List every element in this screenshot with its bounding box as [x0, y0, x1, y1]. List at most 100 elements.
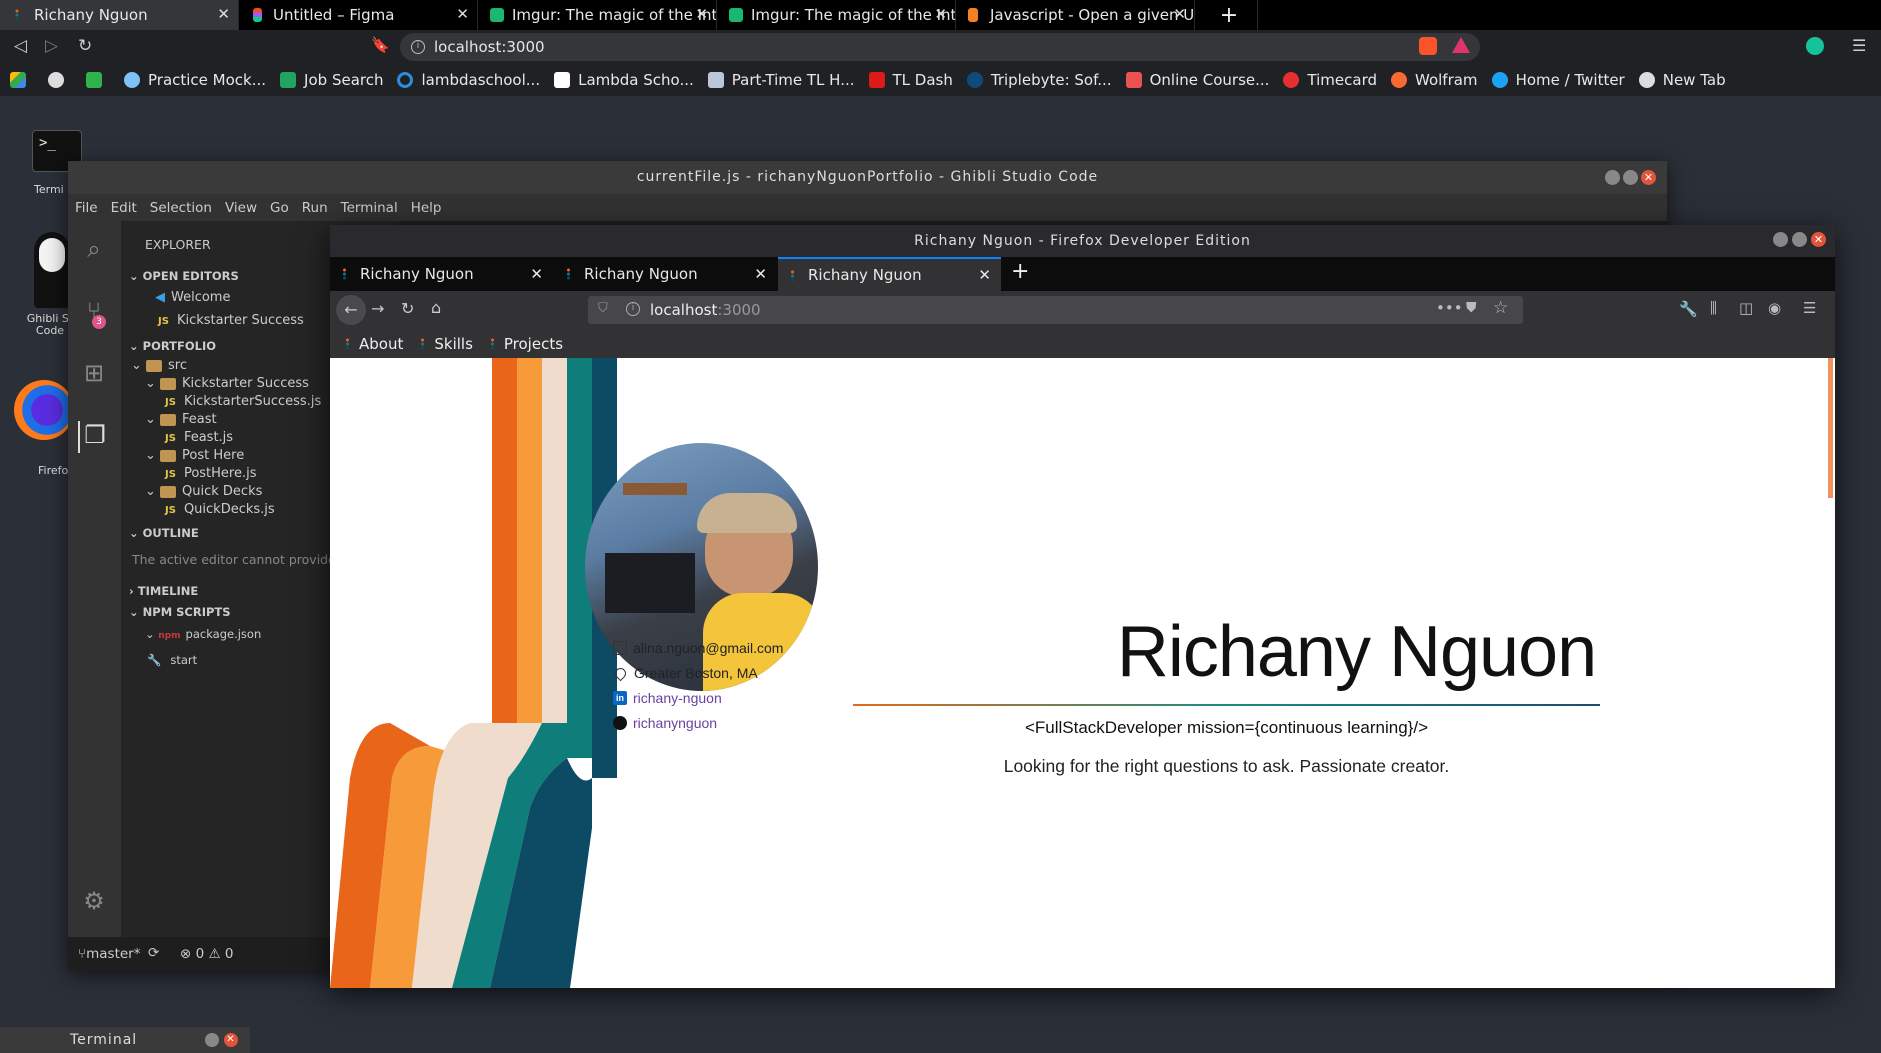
bookmark-projects[interactable]: Projects [489, 335, 563, 353]
contact-github[interactable]: richanynguon [613, 715, 717, 731]
outer-tab-imgur-2[interactable]: Imgur: The magic of the Int ✕ [717, 0, 956, 30]
outer-tab-figma[interactable]: Untitled – Figma ✕ [239, 0, 478, 30]
menu-icon[interactable]: ☰ [1852, 36, 1866, 55]
sidebar-icon[interactable]: ◫ [1739, 299, 1753, 317]
close-icon[interactable]: ✕ [224, 1033, 238, 1047]
close-icon[interactable]: ✕ [978, 259, 991, 291]
file-feast[interactable]: JS Feast.js [165, 430, 233, 445]
brave-shield-icon[interactable] [1419, 37, 1437, 55]
menu-selection[interactable]: Selection [150, 200, 212, 216]
minimize-icon[interactable] [1605, 170, 1620, 185]
search-icon[interactable]: ⌕ [78, 235, 110, 267]
new-tab-button[interactable]: + [1195, 0, 1258, 30]
bookmark-part-time[interactable]: Part-Time TL H... [707, 71, 855, 89]
brave-rewards-icon[interactable] [1452, 37, 1470, 53]
gear-icon[interactable]: ⚙ [78, 887, 110, 919]
problems-indicator[interactable]: ⊗ 0 ⚠ 0 [180, 946, 234, 962]
bookmark-lambda-school[interactable]: Lambda Scho... [554, 71, 694, 89]
portfolio-header[interactable]: ⌄ PORTFOLIO [129, 339, 216, 353]
bookmark-about[interactable]: About [344, 335, 403, 353]
explorer-icon[interactable]: ❐ [78, 421, 110, 453]
bookmark-wolfram[interactable]: Wolfram [1391, 71, 1478, 89]
outer-tab-richany[interactable]: Richany Nguon ✕ [0, 0, 239, 30]
close-icon[interactable]: ✕ [1811, 232, 1826, 247]
outer-address-bar[interactable]: i localhost:3000 [400, 33, 1480, 61]
bookmark-green-app[interactable] [86, 72, 110, 88]
pocket-icon[interactable]: ⛊ [1466, 300, 1477, 316]
minimize-icon[interactable] [1773, 232, 1788, 247]
library-icon[interactable]: ⫼ [1710, 299, 1717, 317]
menu-run[interactable]: Run [302, 200, 328, 216]
bookmark-online-course[interactable]: Online Course... [1125, 71, 1269, 89]
close-icon[interactable]: ✕ [934, 5, 947, 23]
bookmark-lambdaschool[interactable]: lambdaschool... [397, 71, 540, 89]
firefox-address-bar[interactable]: ⛉ i localhost:3000 ••• ⛊ ☆ [588, 296, 1523, 324]
forward-icon[interactable]: → [371, 299, 384, 318]
more-icon[interactable]: ••• [1436, 299, 1463, 317]
npm-package-json[interactable]: ⌄ npm package.json [145, 627, 261, 641]
extensions-icon[interactable]: ⊞ [78, 359, 110, 391]
firefox-tab-1[interactable]: Richany Nguon ✕ [330, 257, 553, 291]
bookmark-skills[interactable]: Skills [419, 335, 473, 353]
outer-tab-imgur-1[interactable]: Imgur: The magic of the Int ✕ [478, 0, 717, 30]
bookmark-twitter[interactable]: Home / Twitter [1491, 71, 1625, 89]
minimize-icon[interactable] [205, 1033, 219, 1047]
back-icon[interactable]: ← [336, 295, 366, 325]
bookmark-tl-dash[interactable]: TL Dash [868, 71, 953, 89]
close-icon[interactable]: ✕ [1173, 5, 1186, 23]
branch-indicator[interactable]: ⑂master* [78, 946, 140, 962]
grammarly-icon[interactable] [1806, 37, 1824, 55]
new-tab-button[interactable]: + [1011, 259, 1029, 284]
bookmark-new-tab[interactable]: New Tab [1638, 71, 1726, 89]
maximize-icon[interactable] [1623, 170, 1638, 185]
menu-file[interactable]: File [75, 200, 98, 216]
menu-help[interactable]: Help [411, 200, 442, 216]
bookmark-timecard[interactable]: Timecard [1283, 71, 1377, 89]
folder-kickstarter[interactable]: ⌄ Kickstarter Success [145, 376, 309, 391]
folder-feast[interactable]: ⌄ Feast [145, 412, 217, 427]
menu-terminal[interactable]: Terminal [341, 200, 398, 216]
folder-src[interactable]: ⌄ src [131, 358, 187, 373]
sync-icon[interactable]: ⟳ [148, 945, 159, 961]
bookmark-job-search[interactable]: Job Search [280, 71, 383, 89]
firefox-tab-3[interactable]: Richany Nguon ✕ [778, 257, 1001, 291]
back-icon[interactable]: ◁ [14, 36, 27, 56]
star-icon[interactable]: ☆ [1493, 298, 1508, 318]
bookmark-drive[interactable] [10, 72, 34, 88]
menu-go[interactable]: Go [270, 200, 289, 216]
menu-edit[interactable]: Edit [111, 200, 137, 216]
close-icon[interactable]: ✕ [1641, 170, 1656, 185]
bookmark-practice-mock[interactable]: Practice Mock... [124, 71, 266, 89]
outer-tab-stackoverflow[interactable]: Javascript - Open a given U ✕ [956, 0, 1195, 30]
menu-view[interactable]: View [225, 200, 257, 216]
account-icon[interactable]: ◉ [1768, 299, 1781, 317]
file-quick-decks[interactable]: JS QuickDecks.js [165, 502, 275, 517]
reload-icon[interactable]: ↻ [78, 36, 92, 56]
file-post-here[interactable]: JS PostHere.js [165, 466, 257, 481]
bookmark-triplebyte[interactable]: Triplebyte: Sof... [966, 71, 1112, 89]
scrollbar-thumb[interactable] [1828, 358, 1833, 498]
firefox-icon[interactable] [14, 380, 74, 440]
forward-icon[interactable]: ▷ [45, 36, 58, 56]
wrench-icon[interactable]: 🔧 [1679, 300, 1698, 318]
open-editors-header[interactable]: ⌄ OPEN EDITORS [129, 269, 239, 283]
firefox-tab-2[interactable]: Richany Nguon ✕ [554, 257, 777, 291]
folder-post-here[interactable]: ⌄ Post Here [145, 448, 244, 463]
timeline-header[interactable]: › TIMELINE [129, 584, 198, 598]
close-icon[interactable]: ✕ [754, 257, 767, 291]
reload-icon[interactable]: ↻ [401, 299, 414, 318]
close-icon[interactable]: ✕ [530, 257, 543, 291]
outline-header[interactable]: ⌄ OUTLINE [129, 526, 199, 540]
close-icon[interactable]: ✕ [456, 5, 469, 23]
npm-script-start[interactable]: 🔧 start [147, 653, 197, 667]
bookmark-globe[interactable] [48, 72, 72, 88]
file-kickstarter[interactable]: JS KickstarterSuccess.js [165, 394, 321, 409]
home-icon[interactable]: ⌂ [431, 298, 441, 317]
close-icon[interactable]: ✕ [217, 5, 230, 23]
terminal-taskbar-window[interactable]: Terminal ✕ [0, 1027, 250, 1053]
open-editor-welcome[interactable]: ◀ Welcome [155, 290, 230, 305]
npm-scripts-header[interactable]: ⌄ NPM SCRIPTS [129, 605, 231, 619]
no-face-icon[interactable] [34, 232, 70, 308]
folder-quick-decks[interactable]: ⌄ Quick Decks [145, 484, 262, 499]
close-icon[interactable]: ✕ [695, 5, 708, 23]
